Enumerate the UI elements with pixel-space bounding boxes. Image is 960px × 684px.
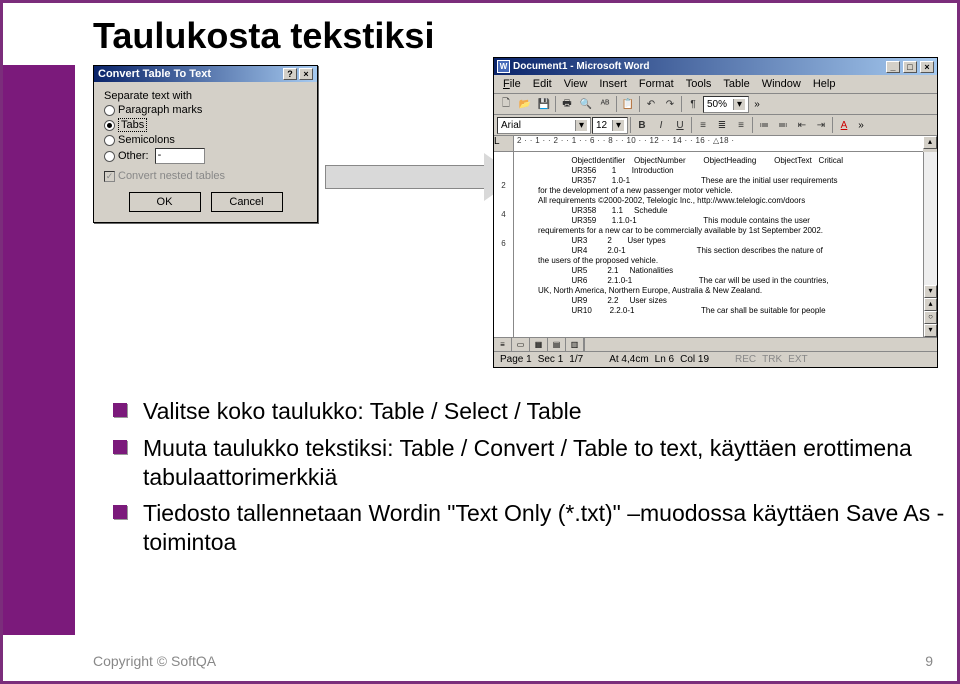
close-button[interactable]: × xyxy=(299,68,313,80)
underline-icon[interactable]: U xyxy=(671,116,689,134)
menu-file[interactable]: File xyxy=(498,77,526,91)
ruler-horizontal[interactable]: 2 · · 1 · · 2 · · 1 · · 6 · · 8 · · 10 ·… xyxy=(514,136,923,152)
view-outline-icon[interactable]: ▤ xyxy=(548,338,566,352)
status-ext: EXT xyxy=(788,354,807,365)
minimize-button[interactable]: _ xyxy=(886,61,900,73)
bullet-text: Muuta taulukko tekstiksi: Table / Conver… xyxy=(143,434,957,492)
view-reading-icon[interactable]: ▥ xyxy=(566,338,584,352)
other-input[interactable]: - xyxy=(155,148,205,164)
status-ln: Ln 6 xyxy=(655,354,674,365)
close-button[interactable]: × xyxy=(920,61,934,73)
browse-prev-icon[interactable]: ▴ xyxy=(924,298,937,311)
radio-semicolons-label: Semicolons xyxy=(118,134,175,146)
word-icon: W xyxy=(497,60,510,73)
menu-tools[interactable]: Tools xyxy=(681,77,717,91)
align-right-icon[interactable]: ≡ xyxy=(732,116,750,134)
bullet-list: Valitse koko taulukko: Table / Select / … xyxy=(113,397,957,557)
statusbar: Page 1 Sec 1 1/7 At 4,4cm Ln 6 Col 19 RE… xyxy=(494,351,937,367)
bullist-icon[interactable]: ≕ xyxy=(774,116,792,134)
scroll-up-icon[interactable]: ▴ xyxy=(923,136,937,149)
spell-icon[interactable]: ᴬᴮ xyxy=(596,95,614,113)
save-icon[interactable]: 💾 xyxy=(535,95,553,113)
undo-icon[interactable]: ↶ xyxy=(642,95,660,113)
radio-tabs[interactable] xyxy=(104,120,115,131)
radio-semicolons[interactable] xyxy=(104,135,115,146)
convert-table-dialog: Convert Table To Text ? × Separate text … xyxy=(93,65,318,223)
italic-icon[interactable]: I xyxy=(652,116,670,134)
ruler-vertical[interactable]: 246 xyxy=(494,152,514,337)
paste-icon[interactable]: 📋 xyxy=(619,95,637,113)
menu-edit[interactable]: Edit xyxy=(528,77,557,91)
new-icon[interactable]: 🗋 xyxy=(497,95,515,113)
menubar: File Edit View Insert Format Tools Table… xyxy=(494,75,937,94)
radio-paragraph[interactable] xyxy=(104,105,115,116)
scrollbar-horizontal[interactable] xyxy=(584,338,937,351)
outdent-icon[interactable]: ⇤ xyxy=(793,116,811,134)
numlist-icon[interactable]: ≔ xyxy=(755,116,773,134)
menu-insert[interactable]: Insert xyxy=(594,77,632,91)
radio-tabs-label: Tabs xyxy=(118,118,147,132)
bullet-icon xyxy=(113,440,127,454)
menu-window[interactable]: Window xyxy=(757,77,806,91)
sidebar-decoration xyxy=(3,65,75,635)
radio-other-label: Other: xyxy=(118,150,149,162)
status-trk: TRK xyxy=(762,354,782,365)
bullet-text: Tiedosto tallennetaan Wordin "Text Only … xyxy=(143,499,957,557)
nested-label: Convert nested tables xyxy=(118,170,225,182)
menu-format[interactable]: Format xyxy=(634,77,679,91)
ok-button[interactable]: OK xyxy=(129,192,201,212)
print-icon[interactable]: 🖶 xyxy=(558,95,576,113)
help-button[interactable]: ? xyxy=(283,68,297,80)
word-title: Document1 - Microsoft Word xyxy=(513,61,649,72)
browse-select-icon[interactable]: ○ xyxy=(924,311,937,324)
scroll-down-icon[interactable]: ▾ xyxy=(924,285,937,298)
size-combo[interactable]: 12▾ xyxy=(592,117,628,134)
radio-other[interactable] xyxy=(104,151,115,162)
separate-label: Separate text with xyxy=(104,90,307,102)
arrow-icon xyxy=(325,165,485,189)
font-combo[interactable]: Arial▾ xyxy=(497,117,591,134)
align-left-icon[interactable]: ≡ xyxy=(694,116,712,134)
status-rec: REC xyxy=(735,354,756,365)
footer-pagenum: 9 xyxy=(925,653,933,669)
status-col: Col 19 xyxy=(680,354,709,365)
menu-view[interactable]: View xyxy=(559,77,593,91)
chevron-icon[interactable]: » xyxy=(750,96,764,112)
slide-title: Taulukosta tekstiksi xyxy=(93,15,957,57)
dialog-title: Convert Table To Text xyxy=(98,68,211,80)
align-center-icon[interactable]: ≣ xyxy=(713,116,731,134)
preview-icon[interactable]: 🔍 xyxy=(577,95,595,113)
bullet-text: Valitse koko taulukko: Table / Select / … xyxy=(143,397,582,426)
word-window: W Document1 - Microsoft Word _ □ × File … xyxy=(493,57,938,368)
chevron-icon[interactable]: » xyxy=(854,117,868,133)
bullet-icon xyxy=(113,505,127,519)
status-pages: 1/7 xyxy=(569,354,583,365)
indent-icon[interactable]: ⇥ xyxy=(812,116,830,134)
status-sec: Sec 1 xyxy=(538,354,564,365)
scrollbar-vertical[interactable]: ▾ ▴ ○ ▾ xyxy=(923,152,937,337)
bullet-icon xyxy=(113,403,127,417)
redo-icon[interactable]: ↷ xyxy=(661,95,679,113)
open-icon[interactable]: 📂 xyxy=(516,95,534,113)
menu-help[interactable]: Help xyxy=(808,77,841,91)
fontcolor-icon[interactable]: A xyxy=(835,116,853,134)
menu-table[interactable]: Table xyxy=(718,77,754,91)
view-print-icon[interactable]: ▦ xyxy=(530,338,548,352)
status-page: Page 1 xyxy=(500,354,532,365)
view-web-icon[interactable]: ▭ xyxy=(512,338,530,352)
browse-next-icon[interactable]: ▾ xyxy=(924,324,937,337)
view-normal-icon[interactable]: ≡ xyxy=(494,338,512,352)
zoom-combo[interactable]: 50%▾ xyxy=(703,96,749,113)
para-icon[interactable]: ¶ xyxy=(684,95,702,113)
radio-paragraph-label: Paragraph marks xyxy=(118,104,202,116)
maximize-button[interactable]: □ xyxy=(903,61,917,73)
ruler-corner[interactable]: L xyxy=(494,136,514,152)
document-body[interactable]: ObjectIdentifier ObjectNumber ObjectHead… xyxy=(514,152,923,337)
bold-icon[interactable]: B xyxy=(633,116,651,134)
nested-checkbox: ✓ xyxy=(104,171,115,182)
status-at: At 4,4cm xyxy=(609,354,648,365)
cancel-button[interactable]: Cancel xyxy=(211,192,283,212)
footer-copyright: Copyright © SoftQA xyxy=(93,653,216,669)
